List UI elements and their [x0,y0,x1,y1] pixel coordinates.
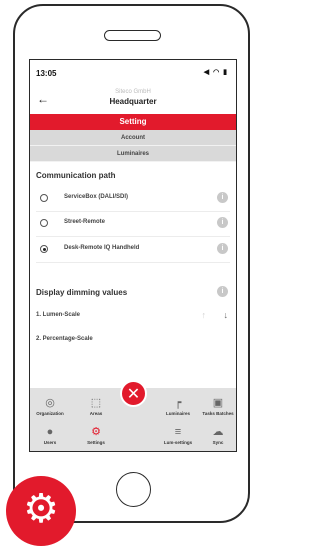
status-icons: ◀ ◠ ▮ [203,69,228,76]
luminaire-icon: ┍ [174,397,182,409]
gear-icon: ⚙ [91,426,101,438]
status-bar: 13:05 ◀ ◠ ▮ [30,60,236,86]
cloud-check-icon: ☁ [212,426,224,438]
info-icon[interactable]: i [217,243,228,254]
arrow-down-icon[interactable]: ↓ [224,310,229,320]
menu-item-organization[interactable]: ◎ Organization [32,396,68,416]
app-header: ← Siteco GmbH Headquarter [30,86,236,112]
radio-option[interactable]: Street-Remote i [30,212,236,236]
info-icon[interactable]: i [217,217,228,228]
menu-label: Areas [89,411,103,416]
menu-label: Sync [212,440,224,445]
radio-label: Desk-Remote IQ Handheld [64,245,140,251]
communication-path-title: Communication path [36,171,116,180]
user-icon: ● [46,426,54,438]
arrow-up-icon[interactable]: ↑ [202,310,207,320]
scale-row[interactable]: 1. Lumen-Scale ↑ ↓ [30,307,236,327]
radio-label: ServiceBox (DALI/SDI) [64,194,129,200]
menu-label: Settings [87,440,105,445]
menu-label: Tasks Batches [202,411,234,416]
radio-option[interactable]: ServiceBox (DALI/SDI) i [30,187,236,211]
gear-icon: ⚙ [23,487,59,531]
dimming-title: Display dimming values [36,288,128,297]
menu-item-settings[interactable]: ⚙ Settings [78,425,114,445]
divider [36,236,230,237]
scale-row[interactable]: 2. Percentage-Scale [30,331,236,351]
radio-option[interactable]: Desk-Remote IQ Handheld i [30,238,236,262]
menu-item-users[interactable]: ● Users [32,425,68,445]
tab-setting[interactable]: Setting [30,114,236,130]
target-icon: ◎ [45,397,55,409]
menu-label: Luminaires [165,411,190,416]
radio-button[interactable] [40,219,48,227]
home-button[interactable] [116,472,151,507]
phone-speaker [104,30,161,41]
info-icon[interactable]: i [217,192,228,203]
status-time: 13:05 [36,69,57,78]
info-icon[interactable]: i [217,286,228,297]
tab-luminaires[interactable]: Luminaires [30,146,236,162]
radio-label: Street-Remote [64,219,106,225]
menu-label: Users [43,440,57,445]
menu-label: Lum-settings [163,440,193,445]
menu-label: Organization [36,411,64,416]
tab-account[interactable]: Account [30,130,236,146]
location-title: Headquarter [109,97,157,106]
company-name: Siteco GmbH [115,89,151,95]
app-screen: 13:05 ◀ ◠ ▮ ← Siteco GmbH Headquarter Se… [29,59,237,452]
close-menu-button[interactable]: ✕ [120,380,147,407]
menu-item-luminaires[interactable]: ┍ Luminaires [160,396,196,416]
divider [36,262,230,263]
menu-item-sync[interactable]: ☁ Sync [200,425,236,445]
scale-label: 1. Lumen-Scale [36,312,81,318]
radio-button-selected[interactable] [40,245,48,253]
menu-item-areas[interactable]: ⬚ Areas [78,396,114,416]
scale-label: 2. Percentage-Scale [36,336,93,342]
area-icon: ⬚ [90,397,102,409]
menu-item-tasks-batches[interactable]: ▣ Tasks Batches [200,396,236,416]
radio-button[interactable] [40,194,48,202]
settings-badge: ⚙ [6,476,76,546]
list-settings-icon: ≡ [174,426,182,438]
menu-item-lum-settings[interactable]: ≡ Lum-settings [160,425,196,445]
briefcase-icon: ▣ [212,397,224,409]
